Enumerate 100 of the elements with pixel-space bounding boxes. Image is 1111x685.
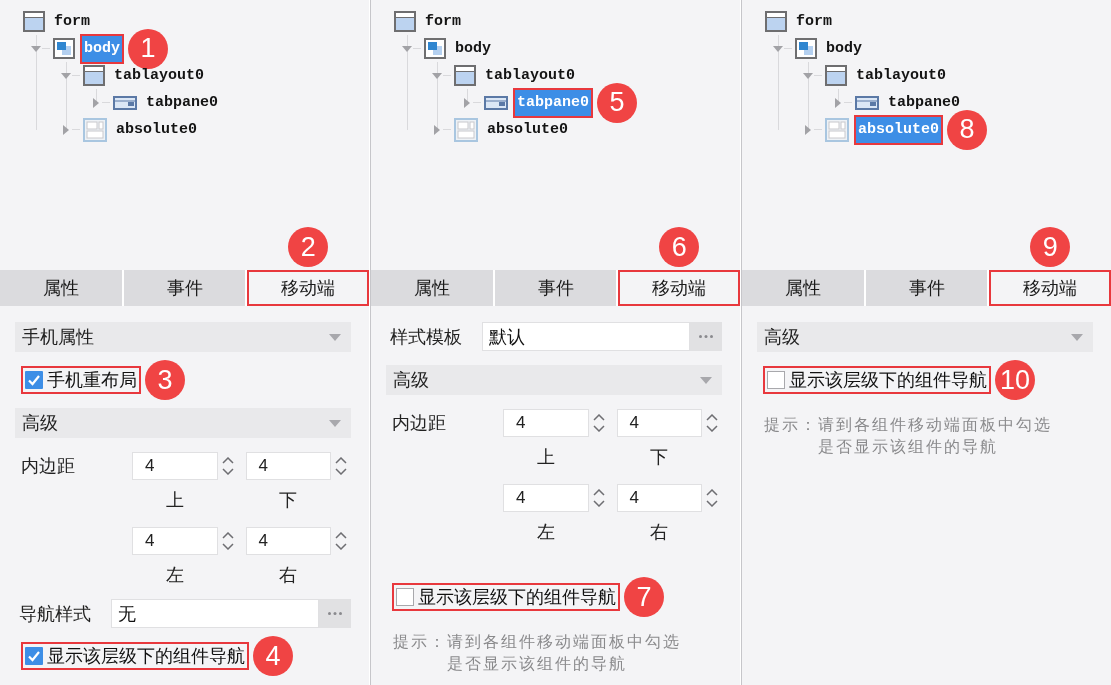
caret-down-icon[interactable] (432, 72, 442, 79)
callout-number: 10 (995, 360, 1035, 400)
tab[interactable]: 移动端 (247, 270, 369, 306)
field-caption: 下 (278, 490, 299, 510)
chevron-up-icon[interactable] (335, 457, 347, 464)
chevron-down-icon[interactable] (221, 543, 234, 550)
caret-down-icon[interactable] (402, 45, 412, 52)
chevron-down-icon[interactable] (706, 425, 718, 432)
caret-down-icon[interactable] (773, 45, 783, 52)
window-icon (23, 11, 45, 32)
tab[interactable]: 移动端 (618, 270, 740, 306)
window-icon (454, 65, 476, 86)
checkbox-icon[interactable] (396, 588, 414, 606)
hint-text: 提示：请到各组件移动端面板中勾选是否显示该组件的导航 (764, 414, 1053, 458)
number-field[interactable]: 4 (503, 484, 589, 512)
field-label: 样式模板 (389, 324, 463, 349)
number-field[interactable]: 4 (132, 452, 218, 480)
callout-number: 5 (597, 82, 637, 123)
layers-icon (424, 38, 446, 59)
caret-down-icon (329, 333, 341, 341)
callout-number: 8 (947, 109, 987, 150)
chevron-down-icon[interactable] (221, 468, 234, 475)
checkbox[interactable]: 显示该层级下的组件导航 (392, 583, 620, 611)
chevron-down-icon[interactable] (335, 543, 347, 550)
chevron-up-icon[interactable] (221, 457, 234, 464)
field-caption: 下 (649, 447, 670, 467)
tab[interactable]: 事件 (123, 270, 246, 306)
chevron-down-icon[interactable] (335, 468, 347, 475)
field-caption: 上 (164, 490, 185, 510)
group-header[interactable]: 手机属性 (15, 322, 351, 352)
caret-right-icon[interactable] (93, 97, 99, 108)
tab-icon (855, 95, 879, 110)
tab[interactable]: 属性 (0, 270, 122, 306)
callout-number: 3 (145, 360, 185, 400)
chevron-up-icon[interactable] (335, 532, 347, 539)
layers-icon (795, 38, 817, 59)
tab[interactable]: 移动端 (989, 270, 1111, 306)
caret-down-icon (700, 376, 712, 384)
caret-down-icon (329, 419, 341, 427)
field-label: 内边距 (20, 454, 76, 478)
callout-number: 4 (253, 636, 293, 676)
group-header[interactable]: 高级 (15, 408, 351, 438)
number-field[interactable]: 4 (132, 527, 218, 555)
checkbox-icon[interactable] (25, 647, 43, 665)
tab[interactable]: 事件 (865, 270, 988, 306)
callout-number: 2 (288, 227, 329, 267)
window-icon (83, 65, 105, 86)
caret-down-icon[interactable] (61, 72, 71, 79)
browse-button[interactable] (690, 322, 722, 351)
checkbox-icon[interactable] (767, 371, 785, 389)
field-label: 内边距 (391, 411, 447, 435)
caret-right-icon[interactable] (63, 124, 69, 135)
chevron-up-icon[interactable] (706, 414, 718, 421)
field-caption: 左 (164, 565, 185, 585)
caret-right-icon[interactable] (835, 97, 841, 108)
caret-right-icon[interactable] (464, 97, 470, 108)
layout-icon (454, 117, 478, 142)
chevron-down-icon[interactable] (592, 425, 605, 432)
chevron-up-icon[interactable] (706, 489, 718, 496)
ellipsis-icon (699, 335, 713, 338)
value-field[interactable]: 无 (111, 599, 319, 628)
chevron-up-icon[interactable] (592, 414, 605, 421)
window-icon (394, 11, 416, 32)
group-header[interactable]: 高级 (757, 322, 1093, 352)
chevron-up-icon[interactable] (221, 532, 234, 539)
caret-right-icon[interactable] (805, 124, 811, 135)
layout-icon (825, 117, 849, 142)
number-field[interactable]: 4 (503, 409, 589, 437)
tab[interactable]: 属性 (742, 270, 864, 306)
tab-icon (484, 95, 508, 110)
field-caption: 上 (535, 447, 556, 467)
callout-number: 1 (128, 28, 168, 69)
checkbox[interactable]: 显示该层级下的组件导航 (21, 642, 249, 670)
window-icon (825, 65, 847, 86)
layers-icon (53, 38, 75, 59)
field-caption: 左 (535, 522, 556, 542)
group-header[interactable]: 高级 (386, 365, 722, 395)
caret-right-icon[interactable] (434, 124, 440, 135)
caret-down-icon[interactable] (803, 72, 813, 79)
checkbox[interactable]: 显示该层级下的组件导航 (763, 366, 991, 394)
field-caption: 右 (649, 522, 670, 542)
tab[interactable]: 属性 (371, 270, 493, 306)
chevron-down-icon[interactable] (592, 500, 605, 507)
field-label: 导航样式 (18, 601, 92, 626)
number-field[interactable]: 4 (245, 527, 331, 555)
number-field[interactable]: 4 (616, 409, 702, 437)
ellipsis-icon (328, 612, 342, 615)
tab-icon (113, 95, 137, 110)
value-field[interactable]: 默认 (482, 322, 690, 351)
tab[interactable]: 事件 (494, 270, 617, 306)
checkbox[interactable]: 手机重布局 (21, 366, 141, 394)
browse-button[interactable] (319, 599, 351, 628)
callout-number: 9 (1030, 227, 1071, 267)
chevron-down-icon[interactable] (706, 500, 718, 507)
number-field[interactable]: 4 (245, 452, 331, 480)
number-field[interactable]: 4 (616, 484, 702, 512)
chevron-up-icon[interactable] (592, 489, 605, 496)
checkbox-icon[interactable] (25, 371, 43, 389)
field-caption: 右 (278, 565, 299, 585)
caret-down-icon[interactable] (31, 45, 41, 52)
